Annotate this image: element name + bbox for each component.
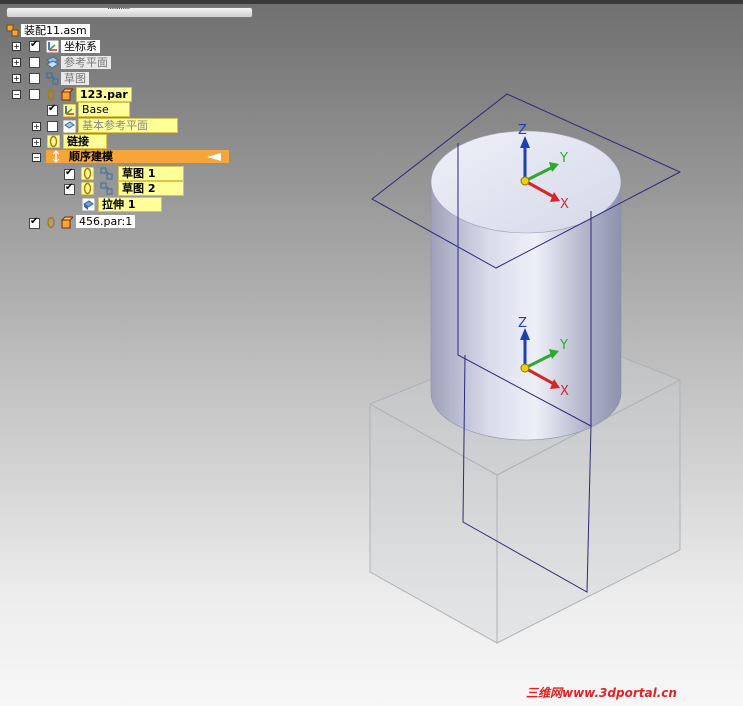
link-icon [47, 88, 55, 101]
ordered-modeling-bar[interactable]: 顺序建模 [46, 150, 229, 163]
visibility-checkbox[interactable] [29, 57, 40, 68]
axis-z-label: Z [518, 316, 527, 331]
part-icon [60, 216, 73, 229]
coordinate-system-icon [46, 40, 59, 53]
tree-item-links[interactable]: 链接 [63, 134, 107, 149]
tree-item-part-456[interactable]: 456.par:1 [76, 215, 136, 228]
visibility-checkbox[interactable] [47, 121, 58, 132]
visibility-checkbox[interactable] [64, 182, 75, 195]
reference-plane-icon [46, 56, 59, 69]
expand-toggle[interactable]: + [12, 58, 21, 67]
axis-z-label: Z [518, 123, 527, 138]
link-icon [81, 167, 94, 180]
axis-y-label: Y [559, 151, 568, 166]
sketch-icon [100, 182, 113, 195]
axis-y-label: Y [559, 338, 568, 353]
link-icon [47, 135, 60, 148]
extrude-icon [82, 198, 95, 211]
tree-item-coordinate-systems[interactable]: 坐标系 [61, 40, 100, 53]
assembly-icon [6, 24, 19, 37]
link-icon [81, 182, 94, 195]
visibility-checkbox[interactable] [64, 167, 75, 180]
tree-item-ordered-modeling: 顺序建模 [69, 150, 113, 163]
base-plane-icon [63, 120, 76, 133]
tree-item-reference-planes[interactable]: 参考平面 [61, 56, 111, 69]
base-coordinate-icon [63, 104, 76, 117]
tree-item-base-reference-planes[interactable]: 基本参考平面 [78, 118, 178, 133]
expand-toggle[interactable]: + [12, 74, 21, 83]
visibility-checkbox[interactable] [29, 39, 40, 52]
visibility-checkbox[interactable] [47, 103, 58, 116]
tree-item-sketch-2[interactable]: 草图 2 [118, 181, 184, 196]
part-visibility-checkbox[interactable] [29, 89, 40, 100]
visibility-checkbox[interactable] [29, 216, 40, 229]
tree-item-sketch-1[interactable]: 草图 1 [118, 166, 184, 181]
link-icon [47, 216, 55, 229]
expand-toggle[interactable]: + [12, 42, 21, 51]
visibility-checkbox[interactable] [29, 73, 40, 84]
collapse-arrow-icon[interactable] [207, 153, 221, 161]
tree-item-part-123[interactable]: 123.par [76, 87, 132, 102]
expand-toggle[interactable]: + [32, 122, 41, 131]
watermark-text: 三维网www.3dportal.cn [526, 686, 677, 700]
collapse-toggle[interactable]: − [12, 90, 21, 99]
tree-item-extrude-1[interactable]: 拉伸 1 [98, 197, 162, 212]
sketch-icon [100, 167, 113, 180]
collapse-toggle[interactable]: − [32, 153, 41, 162]
tree-item-sketches[interactable]: 草图 [61, 72, 89, 85]
part-icon [60, 88, 73, 101]
sketch-icon [46, 72, 59, 85]
root-assembly-label[interactable]: 装配11.asm [21, 24, 90, 37]
tree-item-base[interactable]: Base [78, 102, 130, 117]
axis-x-label: X [560, 384, 569, 399]
expand-toggle[interactable]: + [32, 138, 41, 147]
ordered-modeling-icon [52, 150, 60, 163]
axis-x-label: X [560, 197, 569, 212]
pathfinder-tree: 装配11.asm + 坐标系 + 参考平面 + 草图 − 123.par Bas… [0, 0, 260, 240]
